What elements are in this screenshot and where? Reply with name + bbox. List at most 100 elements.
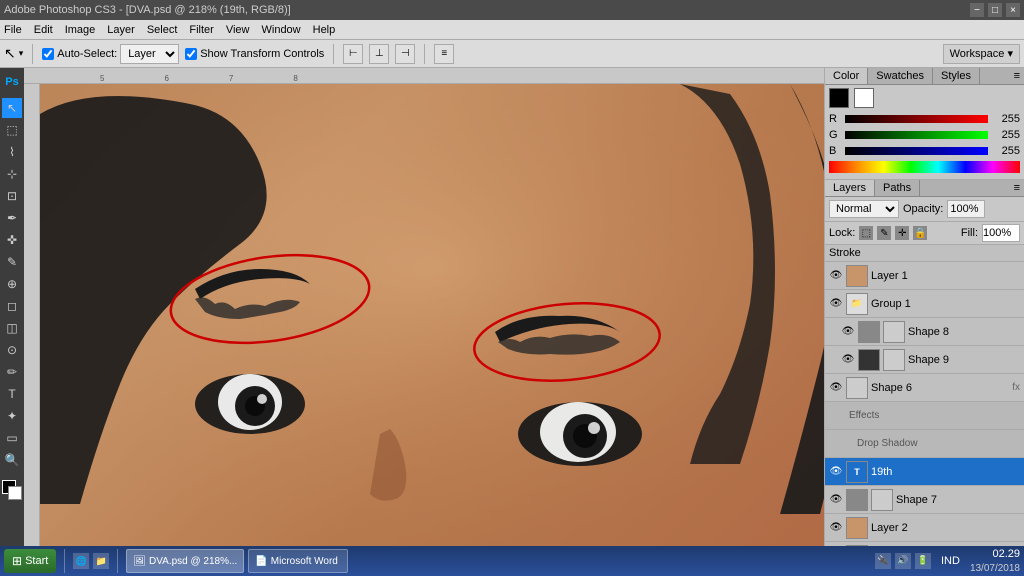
quick-launch-folder[interactable]: 📁 bbox=[93, 553, 109, 569]
layer-thumb-shape6 bbox=[846, 377, 868, 399]
menu-item-layer[interactable]: Layer bbox=[107, 24, 135, 36]
maximize-button[interactable]: □ bbox=[988, 3, 1002, 17]
layer-visibility-shape7[interactable]: 👁 bbox=[829, 493, 843, 507]
tool-gradient[interactable]: ◫ bbox=[2, 318, 22, 338]
tab-styles[interactable]: Styles bbox=[933, 68, 980, 84]
quick-launch-ie[interactable]: 🌐 bbox=[73, 553, 89, 569]
opacity-label: Opacity: bbox=[903, 203, 943, 215]
taskbar-app-word[interactable]: 📄 Microsoft Word bbox=[248, 549, 348, 573]
tab-color[interactable]: Color bbox=[825, 68, 868, 84]
foreground-color-swatch[interactable] bbox=[829, 88, 849, 108]
tool-selection[interactable]: ⬚ bbox=[2, 120, 22, 140]
layer-thumb-shape9 bbox=[858, 349, 880, 371]
menu-item-window[interactable]: Window bbox=[262, 24, 301, 36]
menu-item-edit[interactable]: Edit bbox=[34, 24, 53, 36]
tray-battery-icon[interactable]: 🔋 bbox=[915, 553, 931, 569]
menu-item-help[interactable]: Help bbox=[313, 24, 336, 36]
tool-zoom[interactable]: 🔍 bbox=[2, 450, 22, 470]
canvas-image[interactable] bbox=[40, 84, 824, 546]
tray-icons: 🔌 🔊 🔋 bbox=[875, 553, 931, 569]
layer-item-layer2[interactable]: 👁 Layer 2 bbox=[825, 514, 1024, 542]
layer-thumb-shape7a bbox=[846, 489, 868, 511]
layer-item-shape6[interactable]: 👁 Shape 6 fx bbox=[825, 374, 1024, 402]
fill-input[interactable] bbox=[982, 224, 1020, 242]
lock-all-icon[interactable]: 🔒 bbox=[913, 226, 927, 240]
tool-pen[interactable]: ✏ bbox=[2, 362, 22, 382]
color-spectrum[interactable] bbox=[829, 161, 1020, 173]
layer-item-shape7[interactable]: 👁 Shape 7 bbox=[825, 486, 1024, 514]
red-channel-row: R 255 bbox=[825, 111, 1024, 127]
align-center-btn[interactable]: ⊥ bbox=[369, 44, 389, 64]
taskbar-app-photoshop[interactable]: 🖼 DVA.psd @ 218%... bbox=[126, 549, 244, 573]
align-left-btn[interactable]: ⊢ bbox=[343, 44, 363, 64]
tray-network-icon[interactable]: 🔌 bbox=[875, 553, 891, 569]
tool-dodge[interactable]: ⊙ bbox=[2, 340, 22, 360]
tool-path[interactable]: ✦ bbox=[2, 406, 22, 426]
auto-select-dropdown[interactable]: Layer Group bbox=[120, 44, 179, 64]
blue-bar[interactable] bbox=[845, 147, 988, 155]
lock-transparent-icon[interactable]: ⬚ bbox=[859, 226, 873, 240]
tool-crop[interactable]: ⊡ bbox=[2, 186, 22, 206]
layer-item-layer1[interactable]: 👁 Layer 1 bbox=[825, 262, 1024, 290]
layer-item-shape9[interactable]: 👁 Shape 9 bbox=[825, 346, 1024, 374]
menu-item-file[interactable]: File bbox=[4, 24, 22, 36]
tool-magic-wand[interactable]: ⊹ bbox=[2, 164, 22, 184]
layer-item-19th[interactable]: 👁 T 19th bbox=[825, 458, 1024, 486]
layer-visibility-shape8[interactable]: 👁 bbox=[841, 325, 855, 339]
layer-item-shape8[interactable]: 👁 Shape 8 bbox=[825, 318, 1024, 346]
layer-visibility-shape6[interactable]: 👁 bbox=[829, 381, 843, 395]
ruler-tick-5: 5 bbox=[100, 74, 104, 83]
taskbar-right: 🔌 🔊 🔋 IND 02.29 13/07/2018 bbox=[875, 547, 1020, 574]
minimize-button[interactable]: − bbox=[970, 3, 984, 17]
tool-lasso[interactable]: ⌇ bbox=[2, 142, 22, 162]
tab-layers[interactable]: Layers bbox=[825, 180, 875, 196]
color-panel-menu[interactable]: ≡ bbox=[1010, 68, 1024, 84]
tool-heal[interactable]: ✜ bbox=[2, 230, 22, 250]
layer-visibility-layer2[interactable]: 👁 bbox=[829, 521, 843, 535]
layer-visibility-19th[interactable]: 👁 bbox=[829, 465, 843, 479]
start-button[interactable]: ⊞ Start bbox=[4, 549, 56, 573]
lock-move-icon[interactable]: ✛ bbox=[895, 226, 909, 240]
red-bar[interactable] bbox=[845, 115, 988, 123]
layer-thumb-shape7b bbox=[871, 489, 893, 511]
tool-clone[interactable]: ⊕ bbox=[2, 274, 22, 294]
window-controls[interactable]: − □ × bbox=[970, 3, 1020, 17]
blend-mode-select[interactable]: Normal Multiply Screen bbox=[829, 200, 899, 218]
lock-paint-icon[interactable]: ✎ bbox=[877, 226, 891, 240]
layer-visibility-group1[interactable]: 👁 bbox=[829, 297, 843, 311]
canvas-content[interactable] bbox=[40, 84, 824, 546]
tool-text[interactable]: T bbox=[2, 384, 22, 404]
layer-thumb-layer2 bbox=[846, 517, 868, 539]
auto-select-checkbox[interactable] bbox=[42, 48, 54, 60]
menu-item-filter[interactable]: Filter bbox=[189, 24, 213, 36]
tab-swatches[interactable]: Swatches bbox=[868, 68, 933, 84]
opacity-input[interactable] bbox=[947, 200, 985, 218]
tool-eyedropper[interactable]: ✒ bbox=[2, 208, 22, 228]
menu-item-image[interactable]: Image bbox=[65, 24, 96, 36]
tab-paths[interactable]: Paths bbox=[875, 180, 920, 196]
distribute-btn[interactable]: ≡ bbox=[434, 44, 454, 64]
menu-item-view[interactable]: View bbox=[226, 24, 250, 36]
toolbar: ↖ ▾ Auto-Select: Layer Group Show Transf… bbox=[0, 40, 1024, 68]
tool-brush[interactable]: ✎ bbox=[2, 252, 22, 272]
windows-logo-icon: ⊞ bbox=[12, 554, 22, 568]
layer-visibility-layer1[interactable]: 👁 bbox=[829, 269, 843, 283]
menu-item-select[interactable]: Select bbox=[147, 24, 178, 36]
layer-visibility-shape9[interactable]: 👁 bbox=[841, 353, 855, 367]
align-right-btn[interactable]: ⊣ bbox=[395, 44, 415, 64]
tray-volume-icon[interactable]: 🔊 bbox=[895, 553, 911, 569]
layers-panel-menu[interactable]: ≡ bbox=[1010, 180, 1024, 196]
tool-shape[interactable]: ▭ bbox=[2, 428, 22, 448]
close-button[interactable]: × bbox=[1006, 3, 1020, 17]
tool-move[interactable]: ↖ bbox=[2, 98, 22, 118]
layer-thumb-19th: T bbox=[846, 461, 868, 483]
green-bar[interactable] bbox=[845, 131, 988, 139]
layer-name-layer1: Layer 1 bbox=[871, 270, 1020, 282]
layer-item-group1[interactable]: 👁 📁 Group 1 bbox=[825, 290, 1024, 318]
foreground-background-colors[interactable] bbox=[2, 480, 22, 500]
ruler-left bbox=[24, 84, 40, 546]
transform-controls-checkbox[interactable] bbox=[185, 48, 197, 60]
workspace-button[interactable]: Workspace ▾ bbox=[943, 44, 1020, 64]
background-color-swatch[interactable] bbox=[854, 88, 874, 108]
tool-eraser[interactable]: ◻ bbox=[2, 296, 22, 316]
